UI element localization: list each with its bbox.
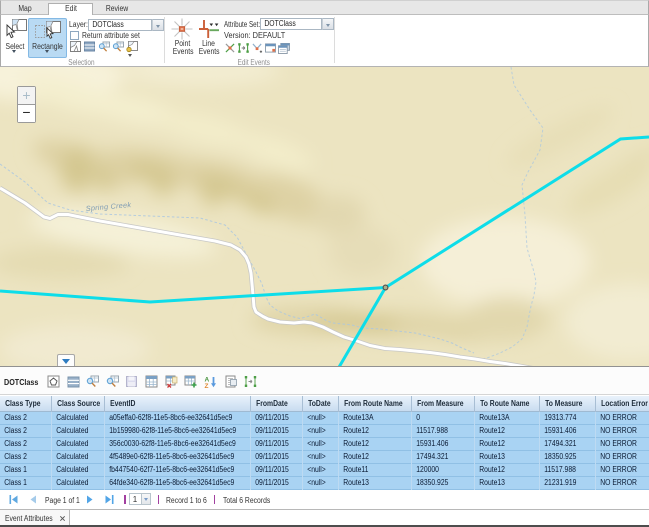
svg-text:Z: Z [205, 383, 209, 388]
